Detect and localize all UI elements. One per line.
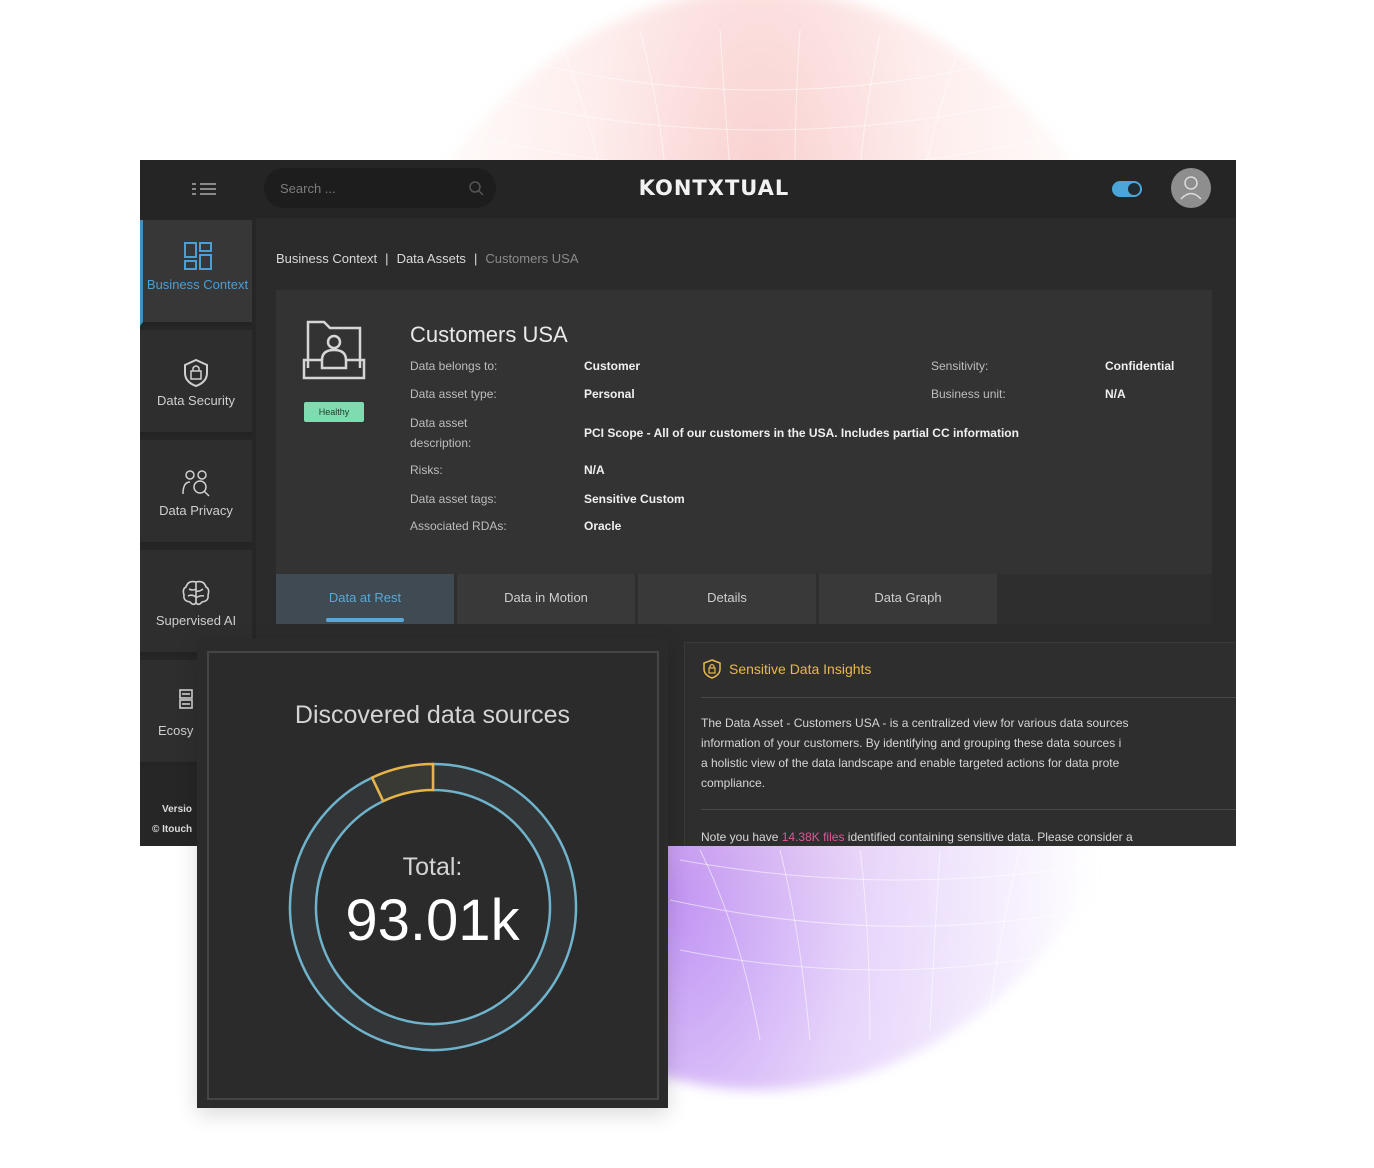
search-input[interactable] — [280, 177, 460, 199]
insights-note: Note you have 14.38K files identified co… — [701, 827, 1236, 846]
tab-details[interactable]: Details — [638, 574, 816, 624]
field-label: Sensitivity: — [931, 359, 989, 373]
asset-panel: Healthy Customers USA Data belongs to: C… — [276, 290, 1212, 574]
breadcrumb-data-assets[interactable]: Data Assets — [397, 251, 466, 266]
field-value: N/A — [1105, 387, 1126, 401]
shield-lock-icon — [184, 358, 208, 388]
note-text: identified containing sensitive data. Pl… — [847, 830, 1133, 844]
field-label: Associated RDAs: — [410, 519, 507, 533]
breadcrumb: Business Context | Data Assets | Customers U… — [276, 251, 579, 266]
sensitive-files-link[interactable]: 14.38K files — [782, 830, 845, 844]
sidebar-item-business-context[interactable]: Business Context — [140, 220, 252, 326]
tab-label: Data in Motion — [504, 590, 588, 605]
sensitive-data-insights: Sensitive Data Insights The Data Asset -… — [684, 642, 1236, 846]
user-icon — [1180, 176, 1202, 200]
server-icon — [179, 689, 193, 709]
breadcrumb-separator: | — [473, 251, 478, 266]
theme-toggle[interactable] — [1112, 181, 1142, 197]
dashboard-icon — [183, 242, 212, 270]
insights-body: The Data Asset - Customers USA - is a ce… — [701, 713, 1236, 793]
divider — [701, 809, 1236, 810]
total-label: Total: — [402, 853, 463, 881]
total-value: 93.01k — [345, 888, 520, 953]
field-value: Oracle — [584, 519, 622, 533]
donut-segment-highlight — [370, 762, 435, 803]
field-value: PCI Scope - All of our customers in the … — [584, 426, 1019, 440]
field-label: Data belongs to: — [410, 359, 498, 373]
sidebar-item-label: Business Context — [146, 277, 249, 292]
tab-data-in-motion[interactable]: Data in Motion — [457, 574, 635, 624]
field-label: description: — [410, 436, 472, 450]
brain-icon — [182, 580, 210, 606]
breadcrumb-business-context[interactable]: Business Context — [276, 251, 377, 266]
brand-logo: KONTXTUAL — [638, 176, 790, 200]
field-value: Sensitive Custom — [584, 492, 685, 506]
field-value: N/A — [584, 463, 605, 477]
tab-bar: Data at Rest Data in Motion Details Data… — [276, 574, 1212, 624]
field-label: Data asset — [410, 416, 468, 430]
tab-label: Details — [707, 590, 747, 605]
avatar[interactable] — [1171, 168, 1211, 208]
discovered-sources-card: Discovered data sources Total: 93.01k — [197, 639, 668, 1108]
search-box — [264, 168, 496, 208]
status-badge: Healthy — [304, 402, 364, 422]
field-label: Business unit: — [931, 387, 1006, 401]
page-title: Customers USA — [410, 322, 568, 347]
sidebar-item-label: Data Security — [156, 393, 236, 408]
tab-data-at-rest[interactable]: Data at Rest — [276, 574, 454, 624]
insights-line: The Data Asset - Customers USA - is a ce… — [701, 716, 1129, 730]
field-label: Data asset tags: — [410, 492, 497, 506]
insights-line: compliance. — [701, 776, 766, 790]
lock-icon — [703, 659, 721, 679]
folder-user-icon — [302, 320, 366, 380]
sidebar-item-data-privacy[interactable]: Data Privacy — [140, 440, 252, 546]
insights-line: a holistic view of the data landscape an… — [701, 756, 1120, 770]
field-label: Risks: — [410, 463, 443, 477]
field-value: Personal — [584, 387, 635, 401]
menu-icon[interactable] — [188, 178, 220, 200]
tab-label: Data at Rest — [328, 590, 402, 605]
sidebar-item-data-security[interactable]: Data Security — [140, 330, 252, 436]
field-value: Customer — [584, 359, 641, 373]
tab-underline — [326, 618, 404, 622]
breadcrumb-current: Customers USA — [485, 251, 579, 266]
users-search-icon — [182, 470, 210, 497]
divider — [701, 697, 1236, 698]
search-icon[interactable] — [468, 180, 484, 196]
insights-line: information of your customers. By identi… — [701, 736, 1122, 750]
tab-data-graph[interactable]: Data Graph — [819, 574, 997, 624]
insights-title: Sensitive Data Insights — [729, 661, 872, 677]
sidebar-item-label: Data Privacy — [159, 503, 233, 518]
tab-label: Data Graph — [874, 590, 942, 605]
breadcrumb-separator: | — [385, 251, 389, 266]
field-value: Confidential — [1105, 359, 1175, 373]
note-text: Note you have — [701, 830, 779, 844]
top-bar: KONTXTUAL — [140, 160, 1236, 218]
sidebar-item-label: Supervised AI — [155, 613, 237, 628]
field-label: Data asset type: — [410, 387, 497, 401]
